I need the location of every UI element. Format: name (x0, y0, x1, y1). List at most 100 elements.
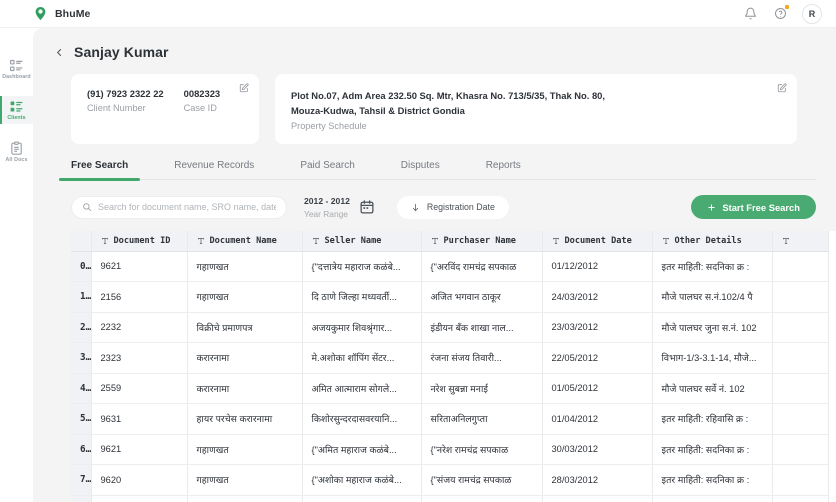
cell-document-name: विक्रीचे प्रमाणपत्र (187, 312, 303, 343)
cell-document-id: 9521 (91, 495, 188, 502)
search-input[interactable] (98, 202, 276, 212)
clients-grid-icon (10, 101, 23, 112)
table-row[interactable]: 5 9631 हायर परचेस करारनामा किशोरसुन्दरदासवर… (71, 403, 829, 435)
plus-icon (708, 203, 715, 211)
cell-document-date: 01/12/2012 (542, 251, 653, 282)
results-table-container[interactable]: Document ID Document Name Seller Name Pu… (71, 231, 836, 502)
sidebar-label-dashboard: Dashboard (2, 74, 31, 80)
cell-other-details: इतर माहिती: सदनिका क्र : (652, 464, 773, 496)
search-box[interactable] (71, 195, 287, 219)
col-header-other-details[interactable]: Other Details (652, 231, 773, 252)
sidebar-item-all-docs[interactable]: All Docs (0, 138, 33, 165)
sidebar-item-clients[interactable]: Clients (0, 96, 33, 124)
sidebar-label-clients: Clients (7, 115, 26, 122)
cell-extra (772, 342, 829, 374)
client-number-value: (91) 7923 2322 22 (87, 88, 164, 99)
cell-document-date: 25/03/2012 (542, 495, 653, 502)
text-type-icon (782, 237, 789, 244)
cell-document-date: 28/03/2012 (542, 464, 653, 496)
tab-bar: Free Search Revenue Records Paid Search … (58, 160, 816, 181)
cell-purchaser-name: सरिताअनिलगुप्ता (421, 403, 543, 435)
edit-pencil-icon[interactable] (777, 83, 787, 93)
row-index: 0 (71, 251, 92, 282)
cell-document-id: 2232 (91, 312, 188, 343)
col-label-document-date: Document Date (564, 235, 632, 246)
cell-seller-name: अमित आत्माराम सोगले... (302, 373, 422, 404)
col-header-seller-name[interactable]: Seller Name (302, 231, 422, 252)
start-free-search-button[interactable]: Start Free Search (691, 195, 816, 219)
cell-document-date: 01/04/2012 (542, 403, 653, 435)
cell-document-date: 22/05/2012 (542, 342, 653, 374)
row-index: 7 (71, 464, 92, 496)
cell-seller-name: मे.अशोका शॉपिंग सेंटर... (302, 342, 422, 374)
help-badge-dot (785, 4, 789, 9)
chevron-left-icon[interactable] (55, 48, 64, 57)
bell-icon (744, 7, 756, 20)
cell-document-name: गहाणखत (187, 464, 303, 496)
client-number-label: Client Number (87, 103, 146, 113)
calendar-icon[interactable] (359, 199, 375, 215)
cell-document-name: गहाणखत (187, 281, 303, 313)
year-range[interactable]: 2012 - 2012 Year Range (304, 196, 350, 219)
edit-pencil-icon[interactable] (239, 83, 249, 93)
property-card: Plot No.07, Adm Area 232.50 Sq. Mtr, Kha… (275, 74, 797, 144)
cell-document-id: 2323 (91, 342, 188, 374)
avatar[interactable]: R (802, 3, 822, 24)
text-type-icon (431, 237, 438, 244)
cell-purchaser-name: {"अरविंद रामचंद्र सपकाळ (421, 251, 543, 282)
col-header-document-id[interactable]: Document ID (91, 231, 188, 252)
table-row[interactable]: 6 9621 गहाणखत {"अमित महाराज कळंबे... {"नरेश … (71, 434, 829, 465)
arrow-down-icon (412, 203, 419, 211)
notifications-button[interactable] (742, 6, 758, 22)
brand-name: BhuMe (55, 7, 91, 20)
row-index: 5 (71, 403, 92, 435)
row-index: 1 (71, 281, 92, 313)
cell-extra (772, 373, 829, 404)
row-index: 4 (71, 373, 92, 404)
table-row[interactable]: 4 2559 करारनामा अमित आत्माराम सोगले... नरेश … (71, 373, 829, 404)
table-row[interactable]: 7 9620 गहाणखत {"अशोका महाराज कळंबे... {"संजय… (71, 464, 829, 496)
cell-extra (772, 312, 829, 343)
table-row[interactable]: 3 2323 करारनामा मे.अशोका शॉपिंग सेंटर... रंज… (71, 342, 829, 374)
cell-other-details: मौजे पालघर स.नं.102/4 पै (652, 281, 773, 313)
col-header-document-name[interactable]: Document Name (187, 231, 303, 252)
table-row[interactable]: 1 2156 गहाणखत दि ठाणे जिल्हा मध्यवर्ती... अज… (71, 281, 829, 313)
col-label-other-details: Other Details (674, 235, 742, 246)
cell-purchaser-name: {"नरेश रामचंद्र सपकाळ (421, 434, 543, 465)
case-id-value: 0082323 (183, 88, 221, 99)
dashboard-list-icon (9, 59, 23, 72)
cell-document-name: करारनामा (187, 342, 303, 374)
table-row[interactable]: 89521गहाणखत{"अजय महाराज कळंबे...{"इंडीयन… (71, 495, 829, 502)
tab-reports[interactable]: Reports (486, 160, 521, 179)
col-label-seller-name: Seller Name (324, 235, 382, 246)
col-label-document-name: Document Name (209, 235, 277, 246)
cell-purchaser-name: रंजना संजय तिवारी... (421, 342, 543, 374)
year-range-value: 2012 - 2012 (304, 195, 350, 206)
app-root: BhuMe R Dashboard Clients All Docs Sanja… (0, 0, 836, 502)
main-panel: Sanjay Kumar (91) 7923 2322 22 Client Nu… (33, 28, 836, 502)
help-button[interactable] (772, 4, 789, 22)
sidebar-item-dashboard[interactable]: Dashboard (0, 55, 33, 82)
col-header-document-date[interactable]: Document Date (542, 231, 653, 252)
tab-paid-search[interactable]: Paid Search (300, 160, 354, 179)
tab-revenue-records[interactable]: Revenue Records (174, 160, 254, 179)
text-type-icon (552, 237, 559, 244)
cell-document-name: गहाणखत (187, 495, 303, 502)
table-row[interactable]: 2 2232 विक्रीचे प्रमाणपत्र अजयकुमार शिवश्रृ… (71, 312, 829, 343)
text-type-icon (101, 237, 108, 244)
brand[interactable]: BhuMe (33, 6, 91, 21)
cell-document-name: गहाणखत (187, 251, 303, 282)
col-header-extra[interactable] (772, 231, 829, 252)
filter-bar: 2012 - 2012 Year Range Registration Dat (33, 180, 836, 219)
cell-document-id: 9621 (91, 251, 188, 282)
tab-disputes[interactable]: Disputes (401, 160, 440, 179)
table-row[interactable]: 0 9621 गहाणखत {"दत्तात्रेय महाराज कळंबे...{… (71, 251, 829, 282)
sort-registration-date-button[interactable]: Registration Date (396, 195, 509, 219)
col-header-purchaser-name[interactable]: Purchaser Name (421, 231, 543, 252)
property-line-2: Mouza-Kudwa, Tahsil & District Gondia (291, 105, 465, 116)
client-number-field: (91) 7923 2322 22 Client Number (87, 88, 164, 113)
cell-purchaser-name: {"संजय रामचंद्र सपकाळ (421, 464, 543, 496)
tab-free-search[interactable]: Free Search (58, 160, 141, 181)
col-label-purchaser-name: Purchaser Name (443, 235, 516, 246)
clipboard-docs-icon (11, 141, 22, 155)
